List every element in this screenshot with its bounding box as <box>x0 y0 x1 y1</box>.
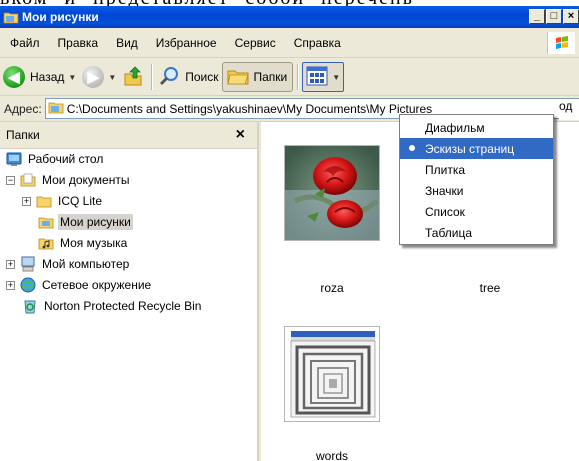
forward-button[interactable]: ▶ ▼ <box>79 62 119 92</box>
menu-favorites[interactable]: Избранное <box>147 36 226 50</box>
back-button[interactable]: ◀ Назад ▼ <box>0 62 79 92</box>
menu-file[interactable]: Файл <box>0 36 49 50</box>
go-button-label[interactable]: од <box>559 99 579 120</box>
forward-arrow-icon: ▶ <box>82 66 105 88</box>
tree-label: Мои рисунки <box>58 214 133 230</box>
window-title: Мои рисунки <box>22 10 99 24</box>
title-bar[interactable]: Мои рисунки _ □ × <box>0 6 579 28</box>
views-grid-icon <box>306 66 328 89</box>
toolbar: ◀ Назад ▼ ▶ ▼ Поиск Папки ▼ <box>0 59 579 96</box>
menu-item-label: Список <box>425 204 465 219</box>
windows-logo-icon <box>547 32 575 54</box>
address-value: C:\Documents and Settings\yakushinaev\My… <box>66 101 433 116</box>
chevron-down-icon[interactable]: ▼ <box>68 73 76 82</box>
address-folder-icon <box>48 100 64 117</box>
view-option-icons[interactable]: Значки <box>400 180 553 201</box>
selected-bullet-icon <box>409 145 415 151</box>
menu-item-label: Диафильм <box>425 120 485 135</box>
tree-label: Моя музыка <box>60 236 128 250</box>
views-button[interactable]: ▼ <box>302 62 345 92</box>
folders-label: Папки <box>253 70 288 84</box>
tree-item-desktop[interactable]: Рабочий стол <box>6 149 105 169</box>
folders-icon <box>226 65 250 90</box>
maximize-button[interactable]: □ <box>546 9 562 24</box>
tree-label: Рабочий стол <box>28 152 104 166</box>
minimize-button[interactable]: _ <box>529 9 545 24</box>
tree-item-recycle-bin[interactable]: Norton Protected Recycle Bin <box>22 296 203 316</box>
thumbnail-caption: words <box>315 449 348 461</box>
tree-item-network[interactable]: + Сетевое окружение <box>6 275 153 295</box>
tree-item-my-computer[interactable]: + Мой компьютер <box>6 254 131 274</box>
collapse-icon[interactable]: − <box>6 175 15 185</box>
expand-icon[interactable]: + <box>6 280 15 290</box>
network-icon <box>20 277 36 293</box>
my-computer-icon <box>20 256 36 272</box>
folders-pane-header: Папки × <box>0 122 257 149</box>
thumbnail-words[interactable] <box>284 326 380 422</box>
address-label: Адрес: <box>4 101 42 116</box>
toolbar-separator <box>297 64 299 90</box>
menu-item-label: Эскизы страниц <box>425 141 515 156</box>
up-folder-button[interactable] <box>119 62 147 92</box>
view-option-thumbnails[interactable]: Эскизы страниц <box>400 138 553 159</box>
tree-item-my-music[interactable]: Моя музыка <box>38 233 129 253</box>
views-dropdown-menu: Диафильм Эскизы страниц Плитка Значки Сп… <box>399 114 554 245</box>
menu-item-label: Значки <box>425 183 464 198</box>
view-option-tiles[interactable]: Плитка <box>400 159 553 180</box>
expand-icon[interactable]: + <box>22 196 31 206</box>
my-pictures-icon <box>38 214 54 230</box>
folder-icon <box>36 193 52 209</box>
menu-item-label: Таблица <box>425 225 473 240</box>
view-option-details[interactable]: Таблица <box>400 222 553 243</box>
my-documents-icon <box>20 172 36 188</box>
search-label: Поиск <box>185 70 219 84</box>
recycle-bin-icon <box>22 298 38 314</box>
menu-bar: Файл Правка Вид Избранное Сервис Справка <box>0 28 579 58</box>
menu-help[interactable]: Справка <box>285 36 350 50</box>
tree-item-my-documents[interactable]: − Мои документы <box>6 170 131 190</box>
tree-item-icq-lite[interactable]: + ICQ Lite <box>22 191 104 211</box>
folders-pane: Папки × Рабочий стол − Мои документы + I… <box>0 122 259 461</box>
my-music-icon <box>38 235 54 251</box>
desktop-icon <box>6 151 22 167</box>
folders-pane-title: Папки <box>6 128 40 142</box>
tree-label: Norton Protected Recycle Bin <box>44 299 202 313</box>
close-button[interactable]: × <box>563 9 579 24</box>
view-option-list[interactable]: Список <box>400 201 553 222</box>
folder-pictures-icon <box>3 10 19 24</box>
toolbar-separator <box>151 64 153 90</box>
search-button[interactable]: Поиск <box>156 62 221 92</box>
tree-label: ICQ Lite <box>58 194 103 208</box>
thumbnail-caption: tree <box>479 281 501 295</box>
folders-button[interactable]: Папки <box>221 62 294 92</box>
explorer-window: Мои рисунки _ □ × Файл Правка Вид Избран… <box>0 6 579 461</box>
chevron-down-icon[interactable]: ▼ <box>108 73 116 82</box>
rose-image <box>285 146 379 240</box>
tree-label: Мой компьютер <box>42 257 130 271</box>
menu-item-label: Плитка <box>425 162 466 177</box>
back-label: Назад <box>30 70 65 84</box>
up-folder-icon <box>122 65 144 90</box>
menu-tools[interactable]: Сервис <box>226 36 285 50</box>
tree-label: Мои документы <box>42 173 130 187</box>
back-arrow-icon: ◀ <box>3 66 25 88</box>
menu-edit[interactable]: Правка <box>49 36 108 50</box>
view-option-filmstrip[interactable]: Диафильм <box>400 117 553 138</box>
thumbnail-roza[interactable] <box>284 145 380 241</box>
search-icon <box>159 65 181 90</box>
document-screenshot-image <box>285 327 379 421</box>
tree-label: Сетевое окружение <box>42 278 152 292</box>
close-pane-icon[interactable]: × <box>236 127 245 143</box>
expand-icon[interactable]: + <box>6 259 15 269</box>
thumbnail-caption: roza <box>320 281 344 295</box>
menu-view[interactable]: Вид <box>107 36 147 50</box>
tree-item-my-pictures[interactable]: Мои рисунки <box>38 212 133 232</box>
chevron-down-icon: ▼ <box>332 72 341 82</box>
